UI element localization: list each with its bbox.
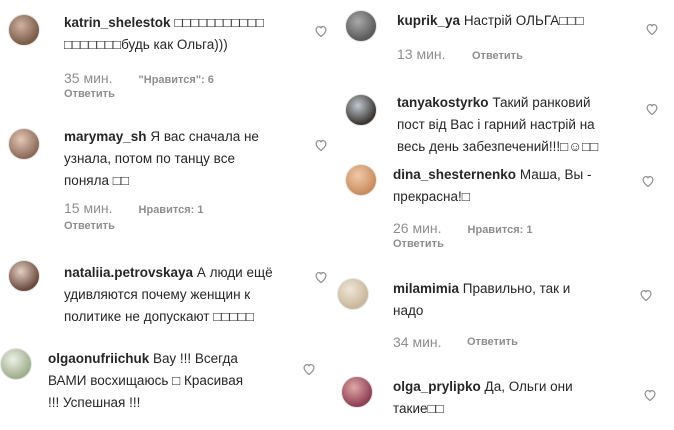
comment-text-line: ВАМИ восхищаюсь □ Красивая	[48, 373, 244, 388]
reply-button[interactable]: Ответить	[393, 238, 444, 250]
comment-timestamp[interactable]: 35 мин.	[64, 70, 113, 86]
comment-body: olga_prylipko Да, Ольги они такие□□	[393, 376, 573, 420]
reply-button[interactable]: Ответить	[64, 88, 115, 100]
username-link[interactable]: tanyakostyrko	[397, 95, 489, 110]
comment-body: katrin_shelestok □□□□□□□□□□□ □□□□□□□будь …	[64, 12, 264, 56]
comment-text-line: Маша, Вы -	[519, 167, 592, 182]
avatar[interactable]	[345, 10, 377, 42]
comment-body: milamimia Правильно, так и надо	[393, 278, 570, 322]
comment-text-line: Я вас сначала не	[150, 129, 259, 144]
heart-outline-icon[interactable]	[314, 270, 328, 284]
comment-body: olgaonufriichuk Вау !!! Всегда ВАМИ восхи…	[48, 348, 243, 414]
comment-text-line: такие□□	[393, 401, 444, 416]
comment-text-line: узнала, потом по танцу все	[64, 151, 235, 166]
avatar[interactable]	[345, 164, 377, 196]
heart-outline-icon[interactable]	[641, 174, 655, 188]
comment-text-line: Настрій ОЛЬГА□□□	[463, 13, 584, 28]
comment-text-line: удивляются почему женщин к	[64, 287, 251, 302]
comment-meta: 26 мин. Нравится: 1	[393, 220, 532, 236]
avatar[interactable]	[0, 348, 32, 380]
comment-text-line: А люди ещё	[196, 265, 273, 280]
comment-text-line: Такий ранковий	[492, 95, 591, 110]
comment-timestamp[interactable]: 15 мин.	[64, 200, 113, 216]
comment-meta: 13 мин.	[397, 46, 446, 62]
likes-count[interactable]: "Нравится": 6	[139, 74, 214, 86]
avatar[interactable]	[341, 376, 373, 408]
comment-text-line: политике не допускают □□□□□	[64, 309, 254, 324]
comment-text-line: пост від Вас і гарний настрій на	[397, 117, 595, 132]
reply-button[interactable]: Ответить	[467, 336, 518, 348]
heart-outline-icon[interactable]	[643, 388, 657, 402]
comment-body: dina_shesternenko Маша, Вы - прекрасна!□	[393, 164, 592, 208]
comment-text-line: !!! Успешная !!!	[48, 395, 141, 410]
comment-text-line: □□□□□□□будь как Ольга)))	[64, 37, 228, 52]
comment-text-line: поняла □□	[64, 173, 130, 188]
username-link[interactable]: nataliia.petrovskaya	[64, 265, 193, 280]
username-link[interactable]: dina_shesternenko	[393, 167, 516, 182]
username-link[interactable]: milamimia	[393, 281, 459, 296]
heart-outline-icon[interactable]	[645, 22, 659, 36]
avatar[interactable]	[337, 278, 369, 310]
heart-outline-icon[interactable]	[314, 138, 328, 152]
heart-outline-icon[interactable]	[302, 362, 316, 376]
username-link[interactable]: kuprik_ya	[397, 13, 460, 28]
comment-text-line: Да, Ольги они	[484, 379, 573, 394]
likes-count[interactable]: Нравится: 1	[468, 224, 533, 236]
heart-outline-icon[interactable]	[314, 24, 328, 38]
avatar[interactable]	[8, 14, 40, 46]
comment-body: marymay_sh Я вас сначала не узнала, потом…	[64, 126, 259, 192]
reply-button[interactable]: Ответить	[64, 220, 115, 232]
username-link[interactable]: marymay_sh	[64, 129, 147, 144]
comment-text-line: прекрасна!□	[393, 189, 470, 204]
comment-text-line: Правильно, так и	[462, 281, 571, 296]
likes-count[interactable]: Нравится: 1	[139, 204, 204, 216]
comment-timestamp[interactable]: 13 мин.	[397, 46, 446, 62]
reply-button[interactable]: Ответить	[472, 50, 523, 62]
username-link[interactable]: katrin_shelestok	[64, 15, 171, 30]
username-link[interactable]: olgaonufriichuk	[48, 351, 149, 366]
avatar[interactable]	[8, 128, 40, 160]
comment-timestamp[interactable]: 34 мин.	[393, 334, 442, 350]
avatar[interactable]	[8, 260, 40, 292]
comment-meta: 35 мин. "Нравится": 6	[64, 70, 214, 86]
avatar[interactable]	[345, 94, 377, 126]
comment-timestamp[interactable]: 26 мин.	[393, 220, 442, 236]
comment-body: kuprik_ya Настрій ОЛЬГА□□□	[397, 10, 584, 32]
comment-meta: 34 мин.	[393, 334, 442, 350]
comment-body: tanyakostyrko Такий ранковий пост від Вас…	[397, 92, 598, 158]
heart-outline-icon[interactable]	[645, 102, 659, 116]
heart-outline-icon[interactable]	[639, 288, 653, 302]
username-link[interactable]: olga_prylipko	[393, 379, 481, 394]
comment-text-line: Вау !!! Всегда	[153, 351, 238, 366]
comment-text-line: весь день забезпечений!!!□☺□□	[397, 139, 599, 154]
comment-body: nataliia.petrovskaya А люди ещё удивляютс…	[64, 262, 273, 328]
comment-text-line: □□□□□□□□□□□	[174, 15, 265, 30]
comment-text-line: надо	[393, 303, 424, 318]
comment-meta: 15 мин. Нравится: 1	[64, 200, 203, 216]
